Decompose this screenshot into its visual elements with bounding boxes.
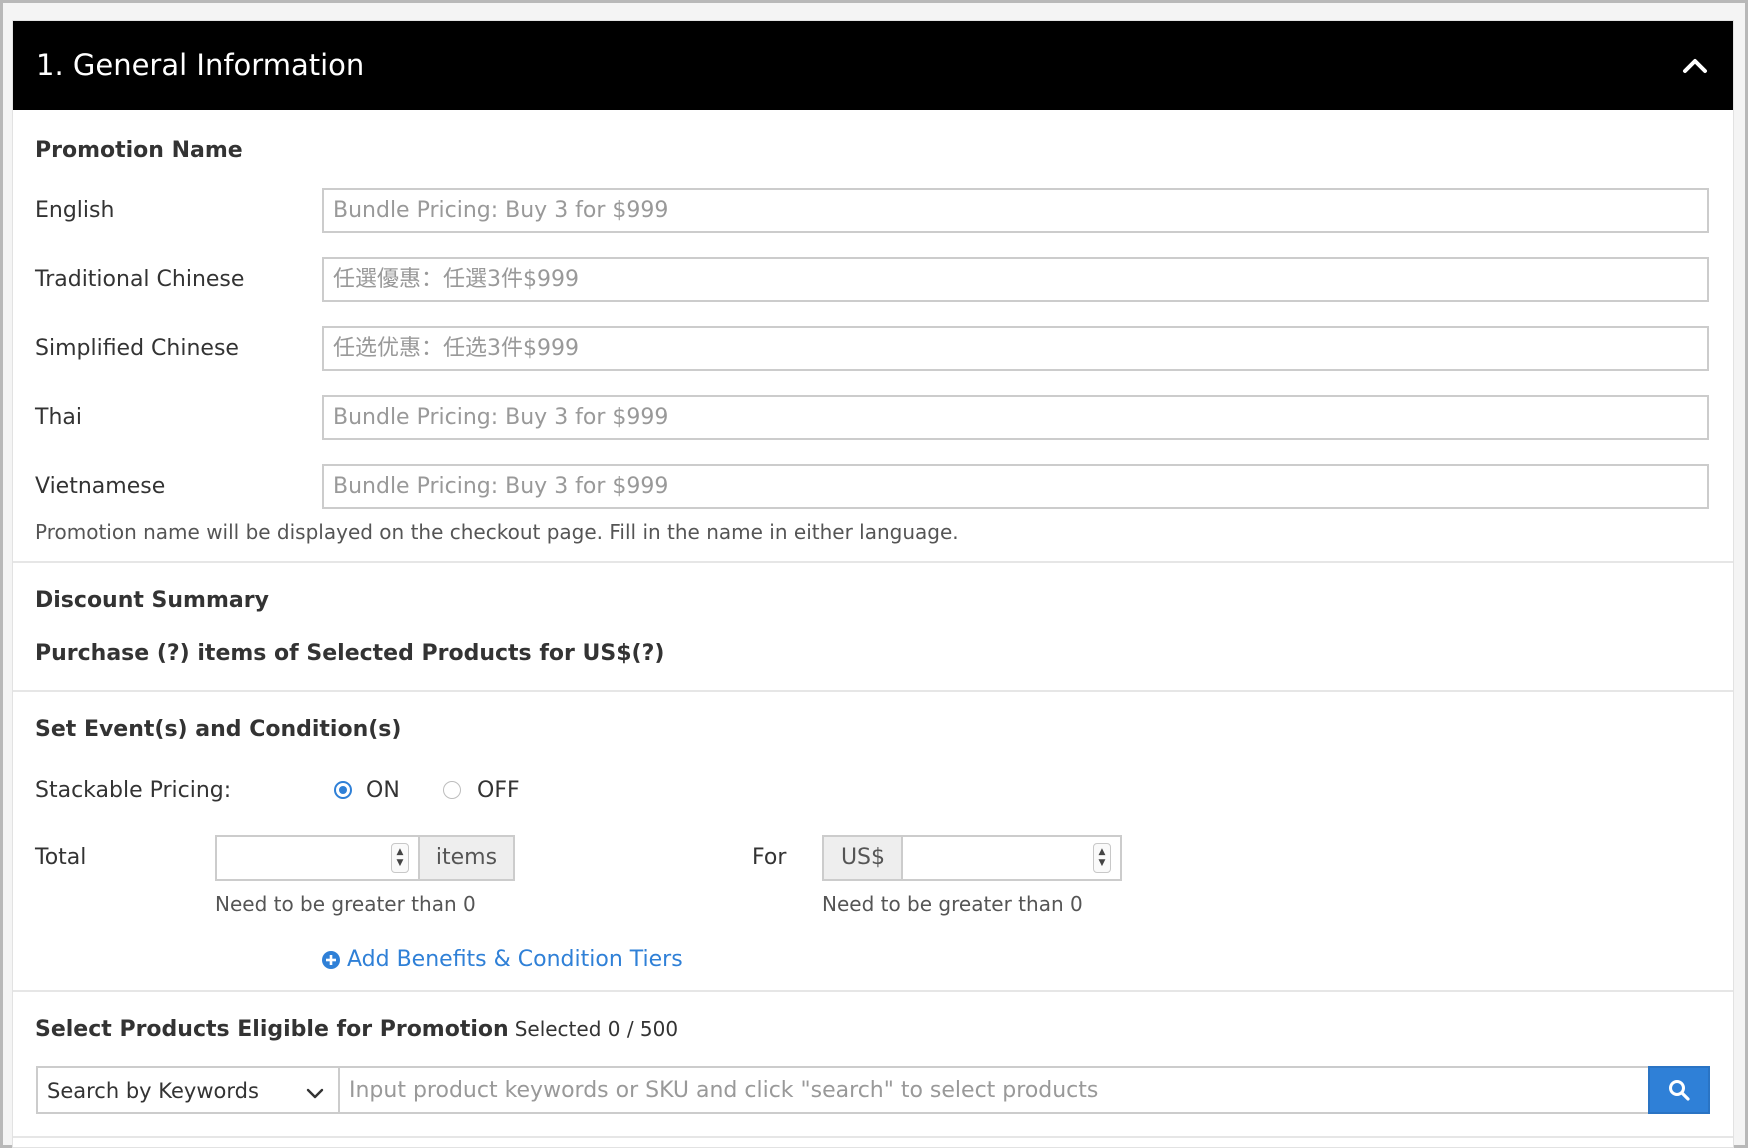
quantity-stepper[interactable]: ▲ ▼ (391, 843, 409, 873)
vietnamese-label: Vietnamese (35, 474, 166, 499)
thai-label: Thai (35, 405, 82, 430)
chevron-up-icon[interactable] (1677, 47, 1713, 83)
simplified-chinese-name-input[interactable] (322, 326, 1709, 371)
stackable-on-label[interactable]: ON (366, 777, 400, 805)
total-label: Total (35, 845, 87, 870)
price-input[interactable]: ▲ ▼ (901, 835, 1122, 881)
search-mode-select[interactable]: Search by Keywords (36, 1066, 340, 1114)
total-quantity-input[interactable]: ▲ ▼ (215, 835, 420, 881)
discount-summary-text: Purchase (?) items of Selected Products … (35, 641, 665, 666)
product-search-input[interactable] (338, 1066, 1650, 1114)
add-tiers-link[interactable]: Add Benefits & Condition Tiers (321, 946, 683, 974)
stackable-off-label[interactable]: OFF (477, 777, 520, 805)
traditional-chinese-name-input[interactable] (322, 257, 1709, 302)
discount-summary-title: Discount Summary (35, 588, 269, 613)
price-stepper[interactable]: ▲ ▼ (1093, 843, 1111, 873)
divider (13, 561, 1733, 563)
traditional-chinese-label: Traditional Chinese (35, 267, 245, 292)
search-button[interactable] (1648, 1066, 1710, 1114)
events-conditions-title: Set Event(s) and Condition(s) (35, 717, 402, 742)
divider (13, 690, 1733, 692)
english-name-input[interactable] (322, 188, 1709, 233)
promotion-name-help: Promotion name will be displayed on the … (35, 520, 959, 544)
section-header[interactable]: 1. General Information (13, 21, 1733, 110)
divider (13, 990, 1733, 992)
items-addon: items (418, 835, 515, 881)
stackable-on-radio[interactable] (334, 781, 352, 799)
chevron-down-icon (306, 1082, 324, 1106)
add-tiers-label[interactable]: Add Benefits & Condition Tiers (347, 946, 683, 974)
products-heading: Select Products Eligible for Promotion S… (35, 1015, 678, 1044)
stackable-pricing-label: Stackable Pricing: (35, 778, 232, 803)
currency-addon: US$ (822, 835, 904, 881)
selected-count: Selected 0 / 500 (514, 1017, 679, 1041)
simplified-chinese-label: Simplified Chinese (35, 336, 239, 361)
price-help: Need to be greater than 0 (822, 892, 1083, 916)
stackable-off-radio[interactable] (443, 781, 461, 799)
plus-circle-icon (321, 950, 341, 970)
search-icon (1668, 1079, 1690, 1101)
total-help: Need to be greater than 0 (215, 892, 476, 916)
section-title: 1. General Information (36, 48, 365, 82)
search-mode-value: Search by Keywords (47, 1079, 259, 1103)
vietnamese-name-input[interactable] (322, 464, 1709, 509)
promotion-name-title: Promotion Name (35, 138, 243, 163)
thai-name-input[interactable] (322, 395, 1709, 440)
divider (13, 1136, 1733, 1138)
english-label: English (35, 198, 115, 223)
for-label: For (752, 845, 787, 870)
products-title: Select Products Eligible for Promotion (35, 1017, 509, 1042)
